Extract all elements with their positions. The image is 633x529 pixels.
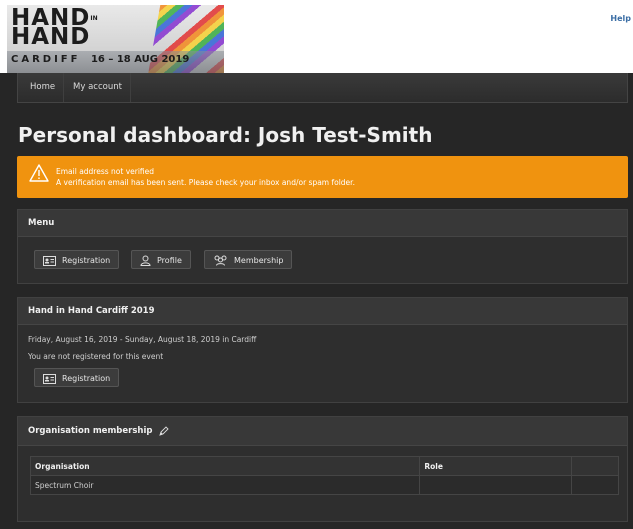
nav-home[interactable]: Home — [22, 73, 65, 102]
registration-button[interactable]: Registration — [34, 250, 120, 269]
table-row: Spectrum Choir — [29, 475, 619, 495]
event-logo-banner[interactable]: HANDIN HAND CARDIFF 16 – 18 AUG 2019 — [7, 5, 224, 73]
registration-button-label: Registration — [62, 256, 111, 265]
registration-status: You are not registered for this event — [28, 352, 164, 361]
organisation-cell: Spectrum Choir — [29, 475, 421, 495]
profile-button[interactable]: Profile — [131, 250, 191, 269]
alert-title: Email address not verified — [56, 167, 155, 176]
profile-button-label: Profile — [157, 256, 182, 265]
id-card-icon — [43, 255, 56, 266]
main-navbar: Home My account — [17, 73, 628, 103]
alert-message: A verification email has been sent. Plea… — [56, 178, 355, 187]
logo-subtitle: CARDIFF 16 – 18 AUG 2019 — [11, 54, 190, 65]
event-panel-title: Hand in Hand Cardiff 2019 — [18, 298, 627, 325]
role-cell — [419, 475, 573, 495]
event-registration-button-label: Registration — [62, 374, 111, 383]
membership-button[interactable]: Membership — [204, 250, 293, 269]
column-header-role: Role — [419, 456, 573, 476]
actions-cell — [571, 475, 619, 495]
nav-my-account[interactable]: My account — [65, 73, 131, 102]
organisation-table: Organisation Role Spectrum Choir — [29, 456, 619, 495]
email-verification-alert: Email address not verified A verificatio… — [17, 156, 628, 198]
help-link[interactable]: Help — [610, 14, 631, 23]
header: HANDIN HAND CARDIFF 16 – 18 AUG 2019 Hel… — [0, 0, 633, 73]
pencil-icon[interactable] — [159, 425, 170, 436]
page-title: Personal dashboard: Josh Test-Smith — [18, 123, 433, 147]
users-icon — [214, 255, 227, 266]
column-header-actions — [571, 456, 619, 476]
logo-title: HANDIN HAND — [11, 5, 98, 50]
org-panel-title: Organisation membership — [28, 426, 153, 436]
table-header-row: Organisation Role — [29, 456, 619, 476]
event-dates: Friday, August 16, 2019 - Sunday, August… — [28, 335, 257, 344]
user-icon — [140, 255, 151, 266]
id-card-icon — [43, 373, 56, 384]
org-panel-header: Organisation membership — [18, 417, 627, 446]
event-registration-button[interactable]: Registration — [34, 368, 120, 387]
event-panel: Hand in Hand Cardiff 2019 Friday, August… — [17, 297, 628, 403]
menu-panel: Menu Registration Profile Membership — [17, 209, 628, 284]
organisation-membership-panel: Organisation membership Organisation Rol… — [17, 416, 628, 522]
column-header-organisation: Organisation — [29, 456, 421, 476]
menu-panel-title: Menu — [18, 210, 627, 237]
membership-button-label: Membership — [234, 256, 284, 265]
warning-icon — [29, 164, 49, 182]
